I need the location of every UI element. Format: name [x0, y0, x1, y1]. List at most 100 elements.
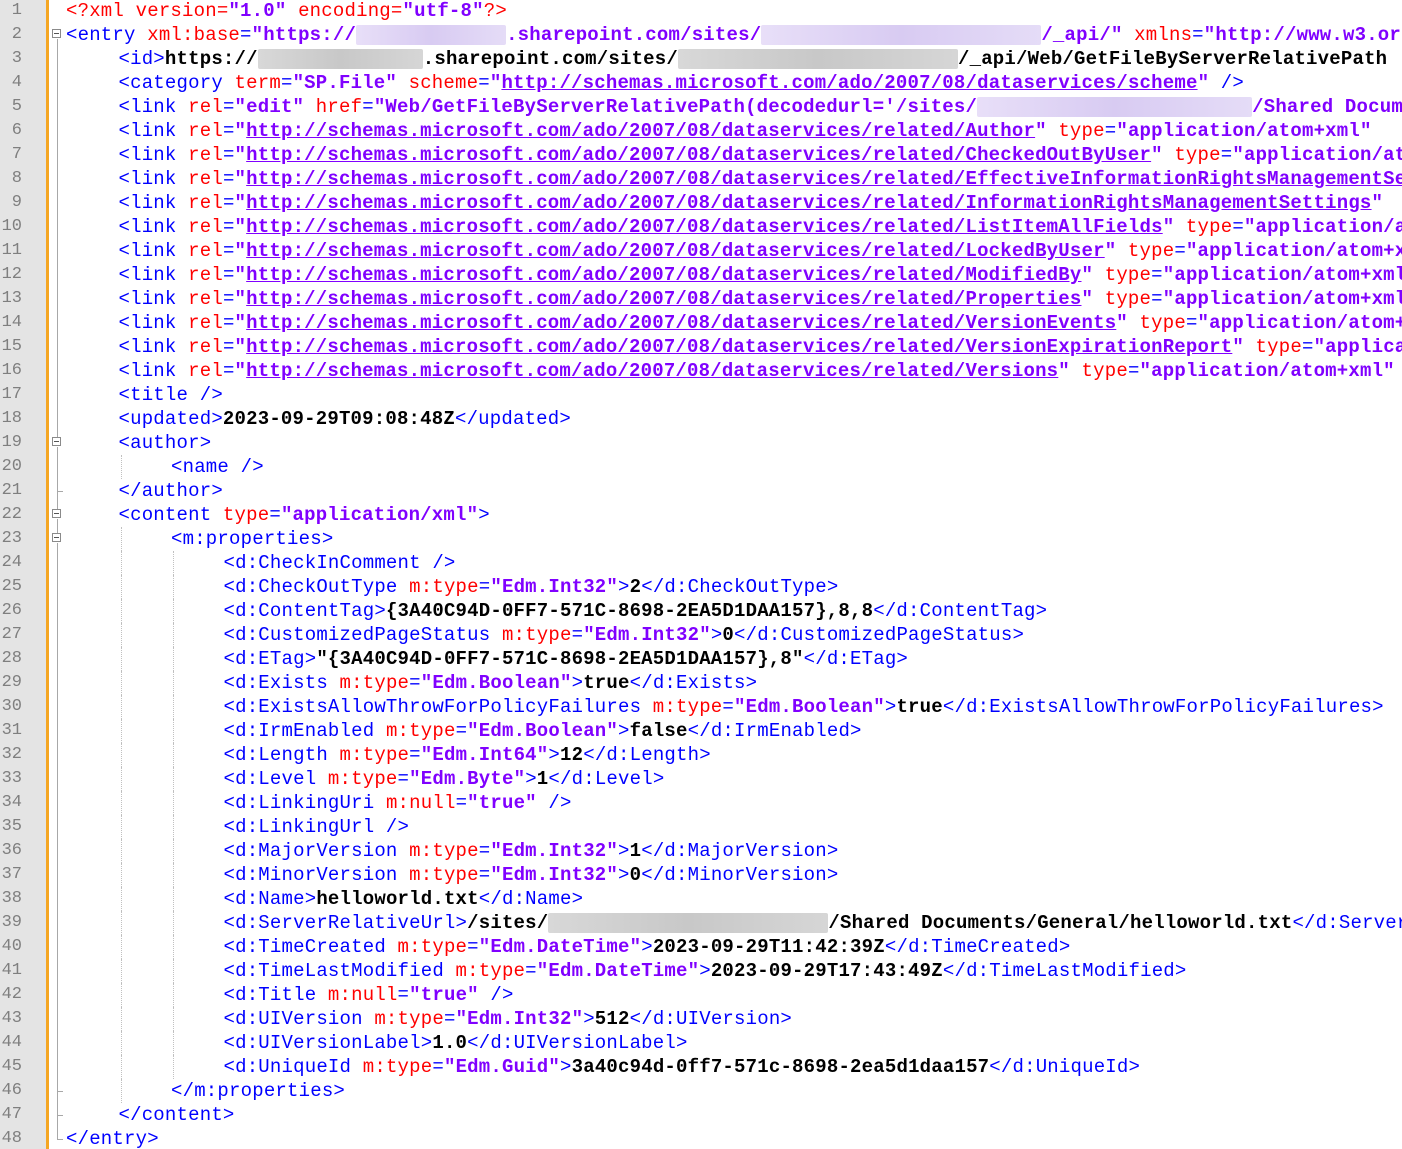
code-line[interactable]: 25 <d:CheckOutType m:type="Edm.Int32">2</… [0, 575, 1402, 599]
code-line[interactable]: 15 <link rel="http://schemas.microsoft.co… [0, 335, 1402, 359]
code-text[interactable]: <link rel="http://schemas.microsoft.com/… [119, 239, 1402, 263]
code-line[interactable]: 14 <link rel="http://schemas.microsoft.co… [0, 311, 1402, 335]
code-line[interactable]: 45 <d:UniqueId m:type="Edm.Guid">3a40c94d… [0, 1055, 1402, 1079]
code-text[interactable]: <link rel="http://schemas.microsoft.com/… [119, 167, 1402, 191]
code-line[interactable]: 1 <?xml version="1.0" encoding="utf-8"?> [0, 0, 1402, 23]
code-line[interactable]: 7 <link rel="http://schemas.microsoft.com… [0, 143, 1402, 167]
xml-url-token[interactable]: http://schemas.microsoft.com/ado/2007/08… [246, 192, 1371, 214]
code-text[interactable]: <link rel="http://schemas.microsoft.com/… [119, 119, 1372, 143]
code-line[interactable]: 34 <d:LinkingUri m:null="true" /> [0, 791, 1402, 815]
code-line[interactable]: 20 <name /> [0, 455, 1402, 479]
fold-toggle-icon[interactable] [52, 509, 61, 518]
code-text[interactable]: <d:LinkingUrl /> [224, 815, 410, 839]
code-line[interactable]: 13 <link rel="http://schemas.microsoft.co… [0, 287, 1402, 311]
code-text[interactable]: <d:ServerRelativeUrl>/sites/ /Shared Docu… [224, 911, 1402, 935]
code-text[interactable]: <d:TimeCreated m:type="Edm.DateTime">202… [224, 935, 1071, 959]
code-text[interactable]: <link rel="http://schemas.microsoft.com/… [119, 215, 1402, 239]
code-line[interactable]: 5 <link rel="edit" href="Web/GetFileBySer… [0, 95, 1402, 119]
code-line[interactable]: 26 <d:ContentTag>{3A40C94D-0FF7-571C-8698… [0, 599, 1402, 623]
code-text[interactable]: <link rel="http://schemas.microsoft.com/… [119, 143, 1402, 167]
code-line[interactable]: 39 <d:ServerRelativeUrl>/sites/ /Shared Do… [0, 911, 1402, 935]
xml-url-token[interactable]: http://schemas.microsoft.com/ado/2007/08… [246, 168, 1402, 190]
code-line[interactable]: 16 <link rel="http://schemas.microsoft.co… [0, 359, 1402, 383]
code-line[interactable]: 48 </entry> [0, 1127, 1402, 1149]
code-text[interactable]: </entry> [66, 1127, 159, 1149]
code-text[interactable]: <d:ContentTag>{3A40C94D-0FF7-571C-8698-2… [224, 599, 1048, 623]
xml-url-token[interactable]: http://schemas.microsoft.com/ado/2007/08… [246, 312, 1116, 334]
code-text[interactable]: </content> [119, 1103, 235, 1127]
code-line[interactable]: 12 <link rel="http://schemas.microsoft.co… [0, 263, 1402, 287]
code-line[interactable]: 9 <link rel="http://schemas.microsoft.com… [0, 191, 1402, 215]
code-line[interactable]: 2 <entry xml:base="https://.sharepoint.co… [0, 23, 1402, 47]
code-text[interactable]: <d:MinorVersion m:type="Edm.Int32">0</d:… [224, 863, 839, 887]
code-text[interactable]: <link rel="http://schemas.microsoft.com/… [119, 359, 1395, 383]
code-line[interactable]: 36 <d:MajorVersion m:type="Edm.Int32">1</… [0, 839, 1402, 863]
code-text[interactable]: <d:LinkingUri m:null="true" /> [224, 791, 572, 815]
code-text[interactable]: <link rel="http://schemas.microsoft.com/… [119, 263, 1402, 287]
code-line[interactable]: 18 <updated>2023-09-29T09:08:48Z</updated… [0, 407, 1402, 431]
xml-editor[interactable]: 1 <?xml version="1.0" encoding="utf-8"?> 2… [0, 0, 1402, 1149]
code-text[interactable]: <m:properties> [171, 527, 333, 551]
code-line[interactable]: 38 <d:Name>helloworld.txt</d:Name> [0, 887, 1402, 911]
fold-toggle-icon[interactable] [52, 29, 61, 38]
code-text[interactable]: <d:UIVersionLabel>1.0</d:UIVersionLabel> [224, 1031, 688, 1055]
code-text[interactable]: <d:CheckOutType m:type="Edm.Int32">2</d:… [224, 575, 839, 599]
code-line[interactable]: 6 <link rel="http://schemas.microsoft.com… [0, 119, 1402, 143]
code-line[interactable]: 19 <author> [0, 431, 1402, 455]
code-text[interactable]: <link rel="http://schemas.microsoft.com/… [119, 287, 1402, 311]
code-text[interactable]: <d:ExistsAllowThrowForPolicyFailures m:t… [224, 695, 1384, 719]
code-text[interactable]: <d:Name>helloworld.txt</d:Name> [224, 887, 584, 911]
code-text[interactable]: <category term="SP.File" scheme="http://… [119, 71, 1244, 95]
xml-url-token[interactable]: http://schemas.microsoft.com/ado/2007/08… [246, 264, 1081, 286]
code-text[interactable]: <d:TimeLastModified m:type="Edm.DateTime… [224, 959, 1187, 983]
code-text[interactable]: <link rel="http://schemas.microsoft.com/… [119, 191, 1384, 215]
code-text[interactable]: <d:MajorVersion m:type="Edm.Int32">1</d:… [224, 839, 839, 863]
code-text[interactable]: <d:CheckInComment /> [224, 551, 456, 575]
code-text[interactable]: <d:Level m:type="Edm.Byte">1</d:Level> [224, 767, 665, 791]
xml-url-token[interactable]: http://schemas.microsoft.com/ado/2007/08… [246, 240, 1105, 262]
fold-toggle-icon[interactable] [52, 437, 61, 446]
code-line[interactable]: 17 <title /> [0, 383, 1402, 407]
code-line[interactable]: 32 <d:Length m:type="Edm.Int64">12</d:Len… [0, 743, 1402, 767]
code-text[interactable]: <author> [119, 431, 212, 455]
code-line[interactable]: 43 <d:UIVersion m:type="Edm.Int32">512</d… [0, 1007, 1402, 1031]
xml-url-token[interactable]: http://schemas.microsoft.com/ado/2007/08… [246, 360, 1058, 382]
code-line[interactable]: 29 <d:Exists m:type="Edm.Boolean">true</d… [0, 671, 1402, 695]
code-line[interactable]: 22 <content type="application/xml"> [0, 503, 1402, 527]
code-line[interactable]: 47 </content> [0, 1103, 1402, 1127]
code-line[interactable]: 35 <d:LinkingUrl /> [0, 815, 1402, 839]
code-text[interactable]: <d:CustomizedPageStatus m:type="Edm.Int3… [224, 623, 1025, 647]
code-line[interactable]: 3 <id>https:// .sharepoint.com/sites/ /_api… [0, 47, 1402, 71]
code-line[interactable]: 37 <d:MinorVersion m:type="Edm.Int32">0</… [0, 863, 1402, 887]
code-text[interactable]: <?xml version="1.0" encoding="utf-8"?> [66, 0, 507, 23]
code-text[interactable]: <d:IrmEnabled m:type="Edm.Boolean">false… [224, 719, 862, 743]
code-line[interactable]: 42 <d:Title m:null="true" /> [0, 983, 1402, 1007]
code-text[interactable]: <link rel="edit" href="Web/GetFileByServ… [119, 95, 1402, 119]
xml-url-token[interactable]: http://schemas.microsoft.com/ado/2007/08… [246, 216, 1163, 238]
code-line[interactable]: 21 </author> [0, 479, 1402, 503]
code-text[interactable]: <title /> [119, 383, 223, 407]
code-text[interactable]: <d:Exists m:type="Edm.Boolean">true</d:E… [224, 671, 758, 695]
code-line[interactable]: 44 <d:UIVersionLabel>1.0</d:UIVersionLabe… [0, 1031, 1402, 1055]
code-text[interactable]: <d:Length m:type="Edm.Int64">12</d:Lengt… [224, 743, 711, 767]
xml-url-token[interactable]: http://schemas.microsoft.com/ado/2007/08… [246, 288, 1081, 310]
code-text[interactable]: <name /> [171, 455, 264, 479]
code-text[interactable]: <id>https:// .sharepoint.com/sites/ /_api/… [119, 47, 1388, 71]
code-line[interactable]: 41 <d:TimeLastModified m:type="Edm.DateTi… [0, 959, 1402, 983]
code-text[interactable]: </m:properties> [171, 1079, 345, 1103]
code-line[interactable]: 33 <d:Level m:type="Edm.Byte">1</d:Level> [0, 767, 1402, 791]
code-text[interactable]: <link rel="http://schemas.microsoft.com/… [119, 335, 1402, 359]
code-text[interactable]: <d:Title m:null="true" /> [224, 983, 514, 1007]
code-line[interactable]: 30 <d:ExistsAllowThrowForPolicyFailures m… [0, 695, 1402, 719]
code-line[interactable]: 31 <d:IrmEnabled m:type="Edm.Boolean">fal… [0, 719, 1402, 743]
code-line[interactable]: 10 <link rel="http://schemas.microsoft.co… [0, 215, 1402, 239]
code-line[interactable]: 40 <d:TimeCreated m:type="Edm.DateTime">2… [0, 935, 1402, 959]
code-line[interactable]: 8 <link rel="http://schemas.microsoft.com… [0, 167, 1402, 191]
code-text[interactable]: <d:UIVersion m:type="Edm.Int32">512</d:U… [224, 1007, 793, 1031]
code-line[interactable]: 11 <link rel="http://schemas.microsoft.co… [0, 239, 1402, 263]
code-text[interactable]: <link rel="http://schemas.microsoft.com/… [119, 311, 1402, 335]
code-text[interactable]: <content type="application/xml"> [119, 503, 490, 527]
code-text[interactable]: <updated>2023-09-29T09:08:48Z</updated> [119, 407, 572, 431]
fold-toggle-icon[interactable] [52, 533, 61, 542]
code-text[interactable]: <d:ETag>"{3A40C94D-0FF7-571C-8698-2EA5D1… [224, 647, 909, 671]
